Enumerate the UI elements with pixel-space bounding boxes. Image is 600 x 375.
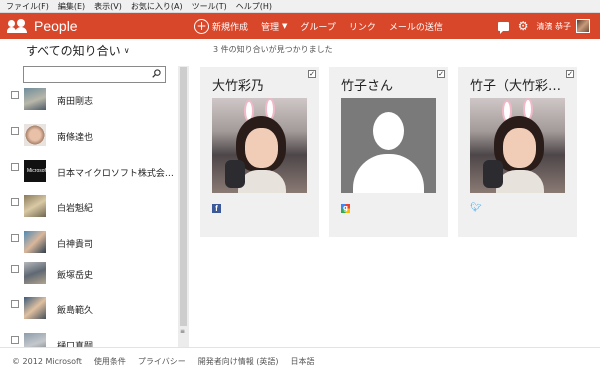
- contact-avatar: [24, 297, 46, 319]
- contact-name: 樋口真嗣: [57, 342, 94, 347]
- scrollbar-thumb[interactable]: [180, 67, 187, 326]
- contact-avatar: [24, 124, 46, 146]
- app-header: People + 新規作成 管理 ▼ グループ リンク メールの送信 ⚙ 清濱 …: [0, 13, 600, 39]
- contact-name: 飯島範久: [57, 306, 94, 316]
- contact-card[interactable]: ✓ 大竹彩乃 f: [200, 67, 319, 237]
- link-button[interactable]: リンク: [349, 20, 376, 33]
- results-count: 3 件の知り合いが見つかりました: [213, 45, 333, 54]
- send-mail-button[interactable]: メールの送信: [389, 20, 443, 33]
- people-icon: [7, 19, 30, 33]
- menu-view[interactable]: 表示(V): [94, 1, 122, 12]
- list-item[interactable]: 白岩魁紀: [0, 195, 176, 217]
- gear-icon[interactable]: ⚙: [518, 20, 529, 32]
- contact-name: 白神貴司: [57, 240, 94, 250]
- contact-list-scrollbar[interactable]: ≡: [178, 66, 189, 347]
- app-title: People: [34, 18, 78, 34]
- user-photo: [470, 98, 565, 193]
- card-checkbox[interactable]: ✓: [308, 70, 316, 78]
- header-right: ⚙ 清濱 恭子: [497, 13, 590, 39]
- twitter-icon: 🐦︎: [470, 203, 482, 213]
- facebook-icon: f: [212, 204, 221, 213]
- contact-avatar: [24, 231, 46, 253]
- search-input[interactable]: [23, 66, 166, 83]
- developers-link[interactable]: 開発者向け情報 (英語): [198, 356, 279, 367]
- page-footer: © 2012 Microsoft 使用条件 プライバシー 開発者向け情報 (英語…: [0, 347, 600, 375]
- menu-favorites[interactable]: お気に入り(A): [131, 1, 183, 12]
- app-brand[interactable]: People: [7, 13, 78, 39]
- card-checkbox[interactable]: ✓: [566, 70, 574, 78]
- card-name: 大竹彩乃: [212, 79, 265, 94]
- contact-avatar: [24, 262, 46, 284]
- list-item[interactable]: 白神貴司: [0, 231, 176, 253]
- groups-link[interactable]: グループ: [300, 20, 335, 33]
- contact-checkbox[interactable]: [11, 127, 19, 135]
- contact-name: 日本マイクロソフト株式会…: [57, 169, 174, 179]
- contact-avatar: [24, 88, 46, 110]
- contact-avatar: [24, 333, 46, 347]
- card-checkbox[interactable]: ✓: [437, 70, 445, 78]
- chat-icon[interactable]: [497, 21, 509, 34]
- user-name[interactable]: 清濱 恭子: [536, 21, 571, 32]
- avatar[interactable]: [576, 19, 590, 33]
- card-name: 竹子（大竹彩…: [470, 79, 562, 94]
- contact-checkbox[interactable]: [11, 163, 19, 171]
- card-name: 竹子さん: [341, 79, 394, 94]
- browser-menu-bar: ファイル(F) 編集(E) 表示(V) お気に入り(A) ツール(T) ヘルプ(…: [0, 0, 600, 13]
- google-icon: g: [341, 204, 350, 213]
- user-photo: [212, 98, 307, 193]
- terms-link[interactable]: 使用条件: [94, 356, 126, 367]
- list-item[interactable]: 飯塚岳史: [0, 262, 176, 284]
- menu-file[interactable]: ファイル(F): [6, 1, 49, 12]
- scrollbar-grip-icon: ≡: [180, 328, 186, 335]
- menu-help[interactable]: ヘルプ(H): [236, 1, 272, 12]
- menu-edit[interactable]: 編集(E): [58, 1, 85, 12]
- chevron-down-icon: ▼: [282, 22, 288, 30]
- company-logo-text: Microsoft: [27, 168, 48, 174]
- contact-name: 南田剛志: [57, 97, 94, 107]
- contact-checkbox[interactable]: [11, 265, 19, 273]
- contact-name: 白岩魁紀: [57, 204, 94, 214]
- copyright: © 2012 Microsoft: [12, 357, 82, 366]
- contact-checkbox[interactable]: [11, 336, 19, 344]
- manage-menu[interactable]: 管理 ▼: [261, 20, 287, 33]
- list-item[interactable]: 飯島範久: [0, 297, 176, 319]
- contact-name: 飯塚岳史: [57, 271, 94, 281]
- list-item[interactable]: Microsoft 日本マイクロソフト株式会…: [0, 160, 176, 182]
- contact-card[interactable]: ✓ 竹子さん g: [329, 67, 448, 237]
- privacy-link[interactable]: プライバシー: [138, 356, 186, 367]
- contact-filter-dropdown[interactable]: すべての知り合い ∨: [26, 42, 130, 59]
- contact-name: 南條達也: [57, 133, 94, 143]
- list-item[interactable]: 南條達也: [0, 124, 176, 146]
- manage-label: 管理: [261, 22, 280, 33]
- menu-tools[interactable]: ツール(T): [192, 1, 227, 12]
- list-item[interactable]: 南田剛志: [0, 88, 176, 110]
- command-bar: + 新規作成 管理 ▼ グループ リンク メールの送信: [194, 13, 456, 39]
- plus-icon: +: [194, 18, 209, 34]
- chevron-down-icon: ∨: [123, 46, 130, 55]
- default-avatar: [341, 98, 436, 193]
- filter-label: すべての知り合い: [26, 44, 121, 58]
- contact-card[interactable]: ✓ 竹子（大竹彩… 🐦︎: [458, 67, 577, 237]
- contact-checkbox[interactable]: [11, 234, 19, 242]
- search-icon[interactable]: [152, 69, 161, 78]
- new-label: 新規作成: [212, 22, 249, 33]
- contact-avatar: Microsoft: [24, 160, 48, 182]
- contact-checkbox[interactable]: [11, 198, 19, 206]
- list-item[interactable]: 樋口真嗣: [0, 333, 176, 347]
- new-button[interactable]: + 新規作成: [194, 18, 249, 34]
- language-link[interactable]: 日本語: [291, 356, 315, 367]
- contact-checkbox[interactable]: [11, 300, 19, 308]
- contact-avatar: [24, 195, 46, 217]
- contact-checkbox[interactable]: [11, 91, 19, 99]
